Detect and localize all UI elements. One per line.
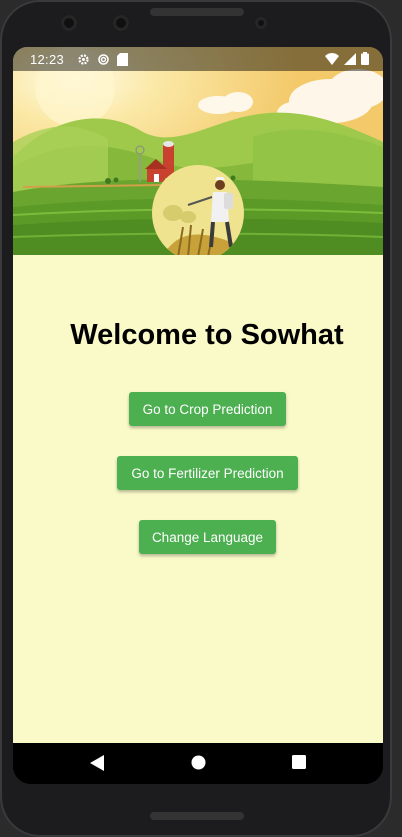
signal-icon [344,52,356,68]
farm-landscape-image [13,47,383,255]
page-title: Welcome to Sowhat [70,319,344,351]
earpiece-speaker [150,8,244,16]
navigation-bar [13,743,383,784]
front-camera-icon [113,15,129,31]
phone-frame: 12:23 Welcome to Sowhat Go to Crop Predi… [0,0,392,837]
wifi-icon [325,52,339,68]
bottom-speaker [150,812,244,820]
fertilizer-prediction-button[interactable]: Go to Fertilizer Prediction [117,456,298,490]
recents-icon[interactable] [292,755,306,769]
home-icon[interactable] [191,755,206,770]
status-bar: 12:23 [13,47,383,71]
crop-prediction-button[interactable]: Go to Crop Prediction [129,392,286,426]
status-time: 12:23 [30,51,65,67]
app-screen: 12:23 Welcome to Sowhat Go to Crop Predi… [13,47,383,784]
sd-card-icon [117,52,129,66]
settings-gear-icon [97,53,110,66]
settings-icon [77,53,90,66]
hero-illustration [13,47,383,255]
front-camera-icon [61,15,77,31]
battery-icon [361,52,369,68]
main-content: Welcome to Sowhat Go to Crop Prediction … [13,255,383,743]
change-language-button[interactable]: Change Language [139,520,276,554]
sensor-icon [255,17,267,29]
back-icon[interactable] [90,755,104,771]
